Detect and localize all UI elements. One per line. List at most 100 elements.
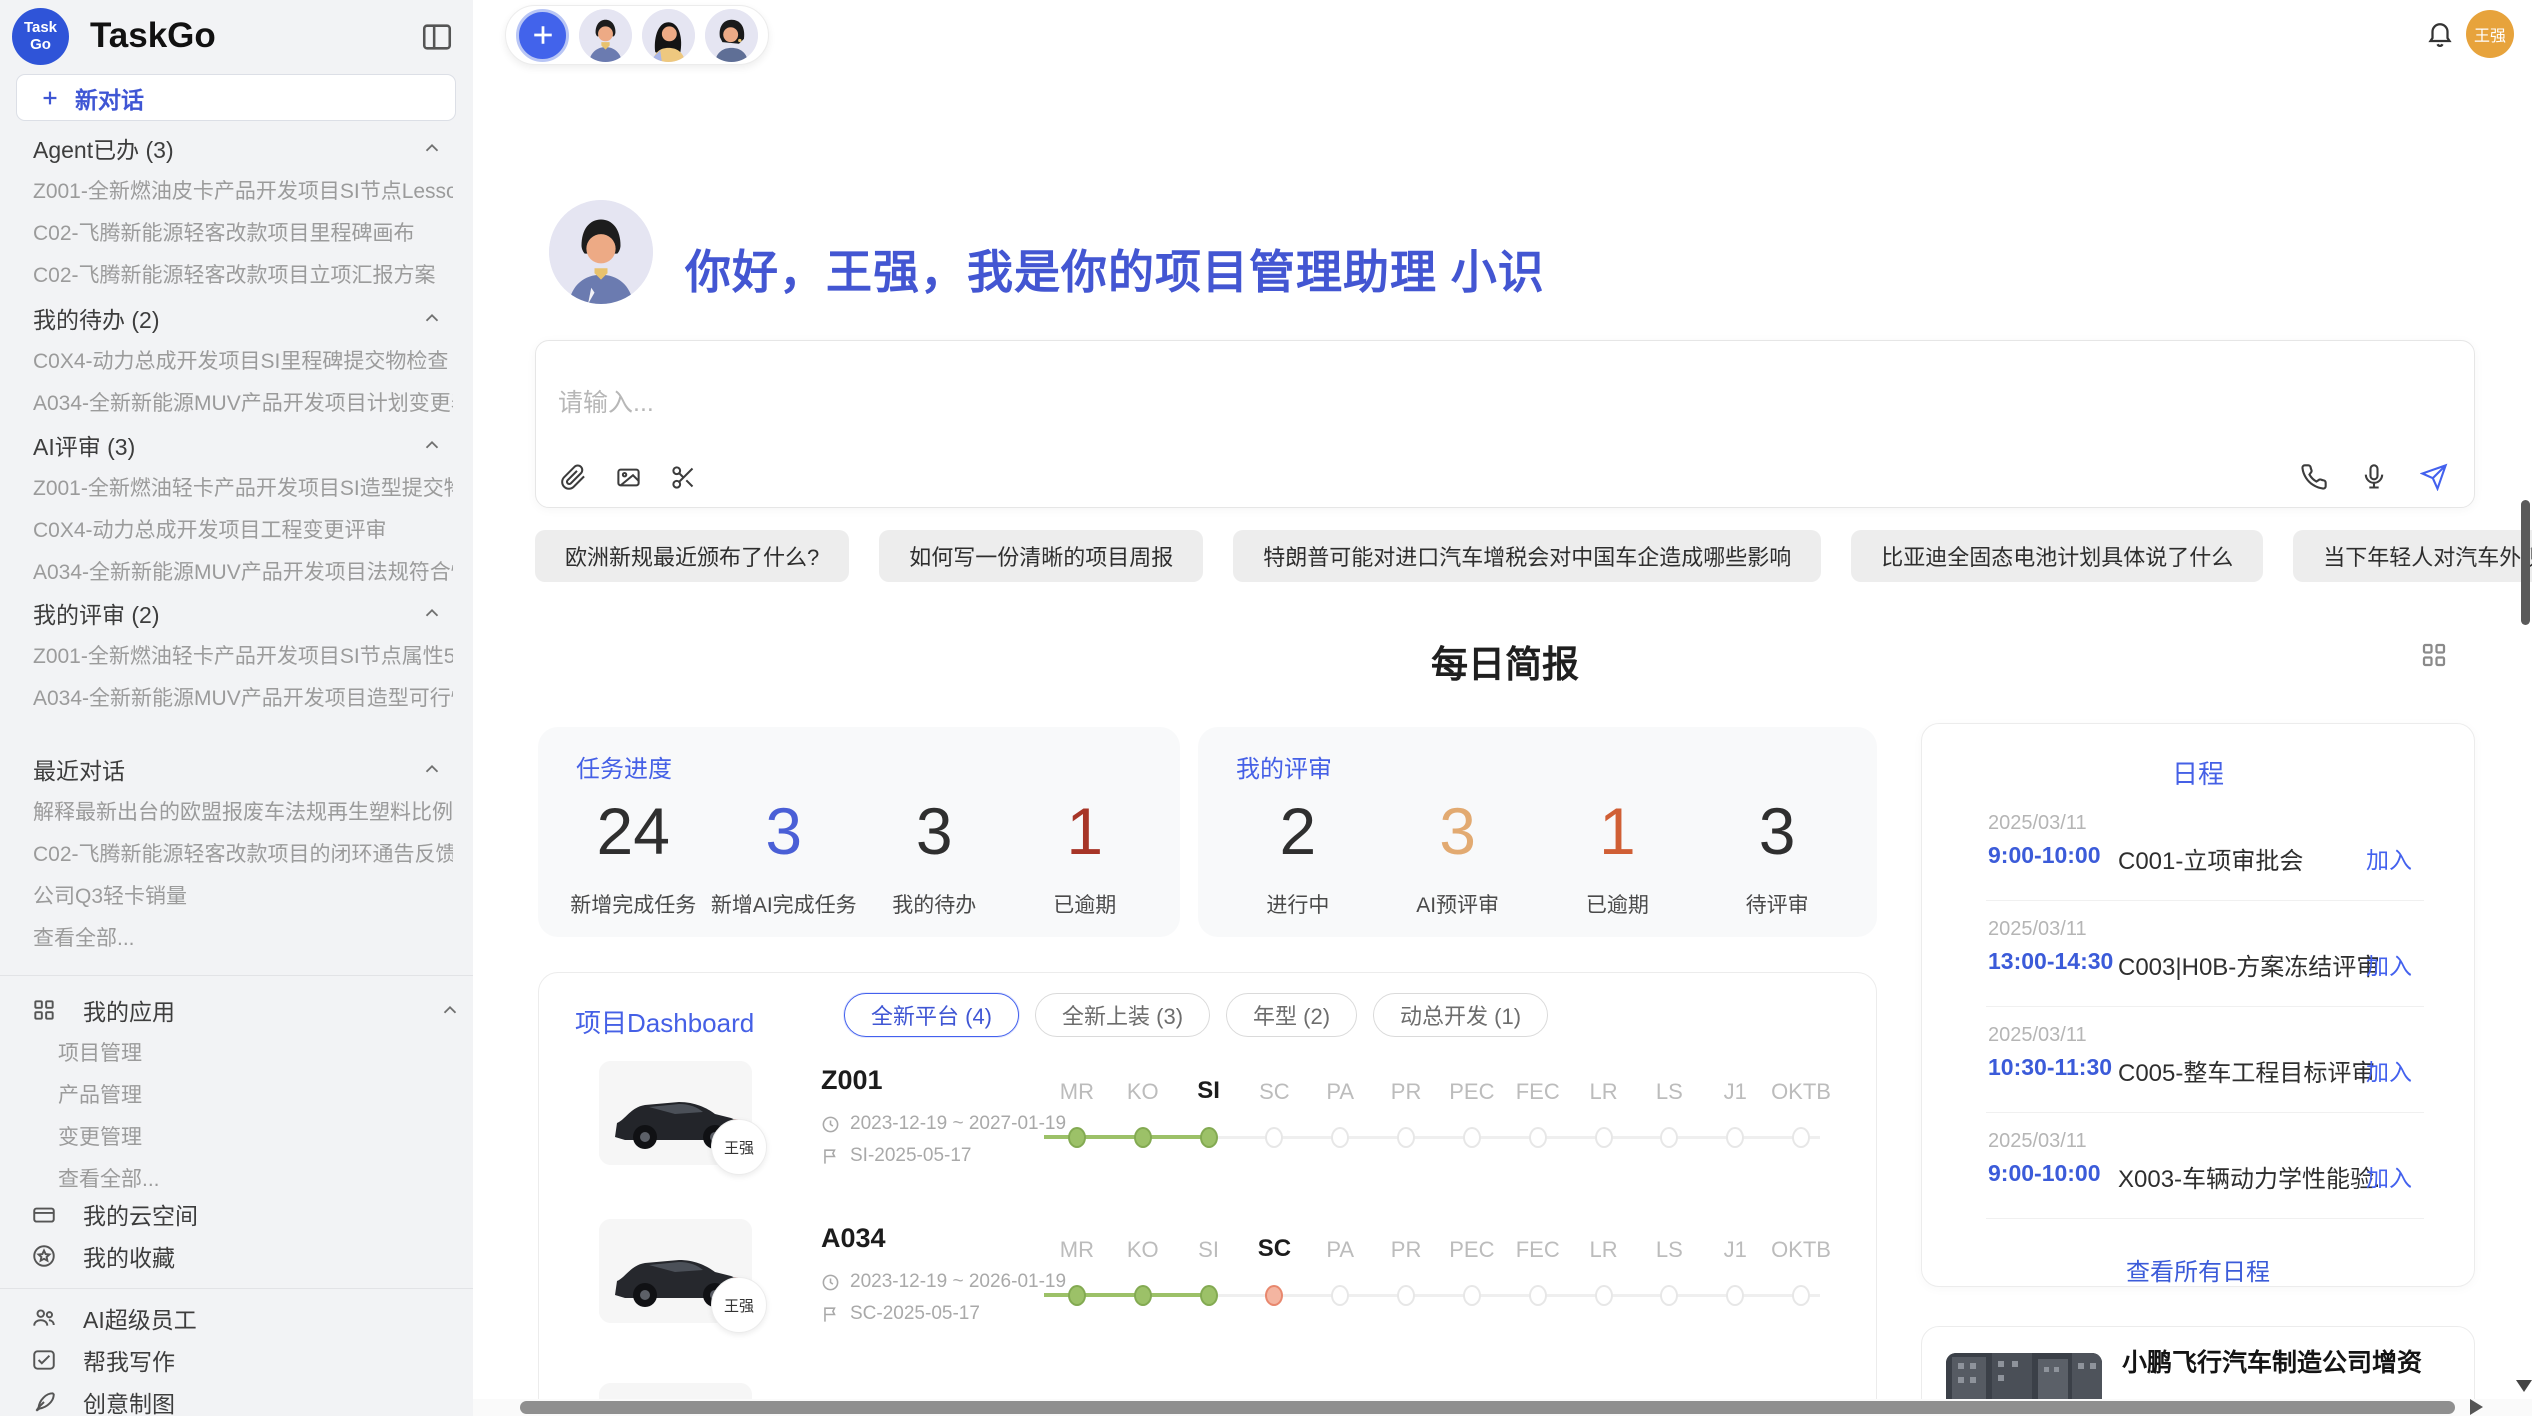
sidebar-item-cloud-space[interactable]: 我的云空间 xyxy=(31,1196,461,1232)
input-attachments xyxy=(560,464,697,491)
sidebar-item[interactable]: C02-飞腾新能源轻客改款项目立项汇报方案 xyxy=(33,257,453,291)
sidebar-item[interactable]: A034-全新新能源MUV产品开发项目计划变更表编写 xyxy=(33,385,453,419)
sidebar-item-product-mgmt[interactable]: 产品管理 xyxy=(58,1077,453,1111)
send-icon[interactable] xyxy=(2420,463,2448,491)
section-my-apps[interactable]: 我的应用 xyxy=(31,992,461,1028)
milestone: OKTB xyxy=(1768,1211,1834,1369)
chevron-up-icon[interactable] xyxy=(421,307,443,329)
pen-icon xyxy=(31,1389,57,1415)
agent-avatar-2[interactable] xyxy=(642,9,695,62)
suggestion-chip[interactable]: 欧洲新规最近颁布了什么? xyxy=(535,530,849,582)
user-initials: 王强 xyxy=(2474,22,2506,46)
paperclip-icon[interactable] xyxy=(560,464,587,491)
project-flag-date: SC-2025-05-17 xyxy=(821,1303,980,1325)
milestone-track: MR KO SI SC PA PR PEC FEC LR LS J1 OKTB xyxy=(1044,1053,1834,1211)
item-label: 我的云空间 xyxy=(83,1197,198,1231)
project-name: A034 xyxy=(821,1223,886,1254)
project-row-a034[interactable]: 王强 A034 2023-12-19 ~ 2026-01-19 SC-2025-… xyxy=(539,1211,1878,1369)
tab-new-platform[interactable]: 全新平台 (4) xyxy=(844,993,1019,1037)
sidebar-view-all-chats[interactable]: 查看全部... xyxy=(33,920,453,954)
sidebar-item[interactable]: C02-飞腾新能源轻客改款项目的闭环通告反馈情况 xyxy=(33,836,453,870)
collapse-sidebar-icon[interactable] xyxy=(420,20,454,54)
user-avatar[interactable]: 王强 xyxy=(2466,10,2514,58)
sidebar-item[interactable]: C0X4-动力总成开发项目工程变更评审 xyxy=(33,512,453,546)
chat-input[interactable] xyxy=(558,389,2058,418)
scissors-icon[interactable] xyxy=(670,464,697,491)
sidebar-view-all-apps[interactable]: 查看全部... xyxy=(58,1161,453,1195)
sidebar-item-help-me-write[interactable]: 帮我写作 xyxy=(31,1342,461,1378)
sidebar-item[interactable]: C0X4-动力总成开发项目SI里程碑提交物检查 xyxy=(33,343,453,377)
milestone: PA xyxy=(1307,1053,1373,1211)
sidebar-item[interactable]: A034-全新新能源MUV产品开发项目造型可行性评审 xyxy=(33,680,453,714)
sidebar-item[interactable]: 公司Q3轻卡销量 xyxy=(33,878,453,912)
agent-avatar-3[interactable] xyxy=(705,9,758,62)
item-label: 创意制图 xyxy=(83,1385,175,1416)
divider xyxy=(0,1288,473,1289)
section-recent-chats[interactable]: 最近对话 xyxy=(33,752,443,786)
suggestion-chip[interactable]: 如何写一份清晰的项目周报 xyxy=(879,530,1203,582)
horizontal-scrollbar-track[interactable] xyxy=(473,1399,2532,1416)
sidebar-item[interactable]: Z001-全新燃油轻卡产品开发项目SI造型提交物评审 xyxy=(33,470,453,504)
microphone-icon[interactable] xyxy=(2360,463,2388,491)
sidebar-item[interactable]: C02-飞腾新能源轻客改款项目里程碑画布 xyxy=(33,215,453,249)
item-label: AI超级员工 xyxy=(83,1301,197,1335)
schedule-name: C003|H0B-方案冻结评审 xyxy=(2118,947,2378,982)
image-icon[interactable] xyxy=(615,464,642,491)
sidebar-item[interactable]: Z001-全新燃油皮卡产品开发项目SI节点Lesson Learn报告 xyxy=(33,173,453,207)
sidebar-item[interactable]: Z001-全新燃油轻卡产品开发项目SI节点属性5D文件评审 xyxy=(33,638,453,672)
suggestion-chips: 欧洲新规最近颁布了什么? 如何写一份清晰的项目周报 特朗普可能对进口汽车增税会对… xyxy=(535,530,2475,582)
sidebar-item-ai-super-staff[interactable]: AI超级员工 xyxy=(31,1300,461,1336)
section-ai-review[interactable]: AI评审 (3) xyxy=(33,428,443,462)
milestone: PR xyxy=(1373,1211,1439,1369)
chevron-up-icon[interactable] xyxy=(421,758,443,780)
project-dates: 2023-12-19 ~ 2027-01-19 xyxy=(821,1113,1066,1135)
milestone: FEC xyxy=(1505,1211,1571,1369)
sidebar-item-creative-drawing[interactable]: 创意制图 xyxy=(31,1384,461,1416)
sidebar-item-project-mgmt[interactable]: 项目管理 xyxy=(58,1035,453,1069)
join-meeting-link[interactable]: 加入 xyxy=(2366,841,2412,875)
milestone: LR xyxy=(1571,1053,1637,1211)
suggestion-chip[interactable]: 比亚迪全固态电池计划具体说了什么 xyxy=(1851,530,2263,582)
milestone: PA xyxy=(1307,1211,1373,1369)
vertical-scrollbar-thumb[interactable] xyxy=(2521,500,2530,625)
stat-my-todo: 3 我的待办 xyxy=(859,789,1010,919)
tab-year-model[interactable]: 年型 (2) xyxy=(1226,993,1357,1037)
milestone: SI xyxy=(1176,1211,1242,1369)
project-owner-chip: 王强 xyxy=(711,1119,767,1175)
milestone: KO xyxy=(1110,1053,1176,1211)
tab-powertrain[interactable]: 动总开发 (1) xyxy=(1373,993,1548,1037)
suggestion-chip[interactable]: 特朗普可能对进口汽车增税会对中国车企造成哪些影响 xyxy=(1233,530,1821,582)
section-agent-done[interactable]: Agent已办 (3) xyxy=(33,131,443,165)
join-meeting-link[interactable]: 加入 xyxy=(2366,947,2412,981)
chevron-up-icon[interactable] xyxy=(421,434,443,456)
apps-grid-icon xyxy=(31,997,57,1023)
join-meeting-link[interactable]: 加入 xyxy=(2366,1159,2412,1193)
stat-in-progress: 2 进行中 xyxy=(1218,789,1378,919)
add-agent-button[interactable] xyxy=(516,9,569,62)
agent-avatar-1[interactable] xyxy=(579,9,632,62)
project-row-z001[interactable]: 王强 Z001 2023-12-19 ~ 2027-01-19 SI-2025-… xyxy=(539,1053,1878,1211)
chevron-up-icon[interactable] xyxy=(421,137,443,159)
sidebar-item[interactable]: 解释最新出台的欧盟报废车法规再生塑料比例被调至15%... xyxy=(33,794,453,828)
section-my-todo[interactable]: 我的待办 (2) xyxy=(33,301,443,335)
sidebar-item-change-mgmt[interactable]: 变更管理 xyxy=(58,1119,453,1153)
view-all-schedule-link[interactable]: 查看所有日程 xyxy=(1922,1252,2474,1287)
join-meeting-link[interactable]: 加入 xyxy=(2366,1053,2412,1087)
chevron-up-icon[interactable] xyxy=(421,602,443,624)
horizontal-scrollbar-thumb[interactable] xyxy=(520,1401,2455,1414)
sidebar-item[interactable]: A034-全新新能源MUV产品开发项目法规符合性评审 xyxy=(33,554,453,588)
suggestion-chip[interactable]: 当下年轻人对汽车外观有怎样的喜好趋势 xyxy=(2293,530,2532,582)
notification-bell-icon[interactable] xyxy=(2425,18,2455,48)
clock-icon xyxy=(821,1273,840,1292)
phone-icon[interactable] xyxy=(2300,463,2328,491)
chevron-up-icon[interactable] xyxy=(439,999,461,1021)
tab-new-body[interactable]: 全新上装 (3) xyxy=(1035,993,1210,1037)
scroll-right-arrow[interactable] xyxy=(2470,1399,2483,1415)
scroll-down-arrow[interactable] xyxy=(2516,1380,2532,1392)
new-chat-button[interactable]: 新对话 xyxy=(16,74,456,121)
layout-grid-icon[interactable] xyxy=(2419,640,2449,670)
schedule-time: 9:00-10:00 xyxy=(1988,842,2101,869)
schedule-time: 13:00-14:30 xyxy=(1988,948,2113,975)
section-my-review[interactable]: 我的评审 (2) xyxy=(33,596,443,630)
sidebar-item-favorites[interactable]: 我的收藏 xyxy=(31,1238,461,1274)
